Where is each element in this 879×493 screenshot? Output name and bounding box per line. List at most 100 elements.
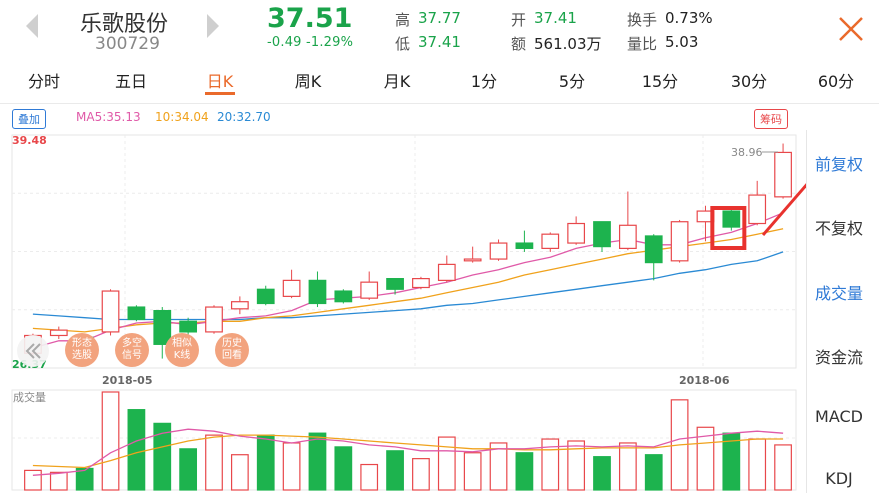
vol-ma10-line — [32, 434, 784, 469]
volume-bar-up — [618, 442, 637, 491]
tab-60min[interactable]: 60分 — [806, 68, 866, 92]
candle-down — [593, 221, 611, 248]
tab-daily-k[interactable]: 日K — [190, 68, 250, 92]
volume-ratio-value: 5.03 — [665, 33, 699, 51]
candle-down — [179, 320, 198, 333]
side-capital-flow[interactable]: 资金流 — [806, 344, 872, 368]
current-price: 37.51 — [267, 3, 353, 34]
history-review-button[interactable]: 历史 回看 — [215, 333, 249, 367]
high-value: 37.77 — [418, 9, 461, 27]
side-unadjusted[interactable]: 不复权 — [806, 215, 872, 239]
open-value: 37.41 — [534, 9, 577, 27]
side-kdj[interactable]: KDJ — [806, 469, 872, 488]
pattern-screen-button[interactable]: 形态 选股 — [65, 333, 99, 367]
x-label-may: 2018-05 — [102, 374, 153, 387]
pill-line: K线 — [173, 350, 191, 361]
candle-down — [515, 242, 534, 249]
low-label: 低 — [395, 35, 411, 53]
stock-code: 300729 — [95, 34, 160, 54]
active-tab-indicator — [205, 92, 235, 95]
candle-up — [774, 151, 792, 198]
volume-bar-down — [256, 434, 275, 491]
volume-bar-up — [463, 452, 482, 491]
turnover-value: 0.73% — [665, 9, 713, 27]
volume-bar-up — [748, 438, 767, 491]
volume-ratio-label: 量比 — [627, 35, 658, 53]
candle-up — [437, 263, 456, 281]
candle-down — [334, 290, 353, 303]
pill-line: 信号 — [122, 350, 142, 361]
next-stock-arrow-icon[interactable] — [207, 14, 219, 38]
candle-up — [541, 233, 560, 249]
candle-down — [127, 306, 146, 321]
pill-line: 历史 — [222, 338, 242, 349]
scroll-left-icon[interactable] — [16, 334, 50, 368]
y-max-label: 39.48 — [12, 134, 47, 147]
candle-up — [463, 258, 482, 262]
volume-bar-down — [334, 446, 353, 491]
candle-up — [205, 306, 223, 333]
volume-bar-down — [308, 432, 327, 491]
candle-up — [360, 281, 379, 299]
volume-bar-up — [282, 442, 301, 491]
tab-monthly-k[interactable]: 月K — [367, 68, 427, 92]
tab-intraday[interactable]: 分时 — [14, 68, 74, 92]
candle-up — [282, 279, 301, 297]
candle-down — [256, 288, 275, 305]
volume-bar-up — [101, 391, 120, 491]
peak-price-label: 38.96 — [731, 146, 763, 159]
amount-value: 561.03万 — [534, 35, 602, 53]
volume-bar-down — [179, 448, 198, 491]
volume-bar-up — [230, 454, 249, 491]
tab-5min[interactable]: 5分 — [542, 68, 602, 92]
ma5-label: MA5:35.13 — [76, 110, 141, 124]
amount-label: 额 — [511, 35, 527, 53]
low-value: 37.41 — [418, 33, 461, 51]
volume-bar-down — [127, 409, 146, 491]
similar-k-button[interactable]: 相似 K线 — [165, 333, 199, 367]
volume-bar-down — [593, 456, 611, 491]
tabs-divider — [0, 103, 879, 104]
tab-weekly-k[interactable]: 周K — [278, 68, 338, 92]
volume-bar-down — [644, 454, 663, 491]
close-icon[interactable] — [836, 14, 866, 44]
side-volume[interactable]: 成交量 — [806, 280, 872, 304]
chips-button[interactable]: 筹码 — [754, 109, 788, 129]
tab-30min[interactable]: 30分 — [719, 68, 779, 92]
overlay-button[interactable]: 叠加 — [12, 109, 46, 129]
candle-up — [670, 221, 689, 262]
prev-stock-arrow-icon[interactable] — [26, 14, 38, 38]
x-label-june: 2018-06 — [679, 374, 730, 387]
candle-up — [230, 301, 249, 310]
candle-down — [644, 235, 663, 264]
volume-bar-up — [412, 458, 430, 491]
tab-15min[interactable]: 15分 — [630, 68, 690, 92]
price-change: -0.49 -1.29% — [267, 35, 354, 50]
candle-down — [308, 279, 327, 305]
candle-up — [412, 278, 430, 289]
pill-line: 多空 — [122, 338, 142, 349]
ma5-line — [32, 212, 784, 349]
tab-five-day[interactable]: 五日 — [101, 68, 161, 92]
side-forward-adjusted[interactable]: 前复权 — [806, 151, 872, 175]
candle-up — [49, 329, 68, 337]
volume-bar-up — [437, 436, 456, 491]
vol-ma5-line — [32, 428, 784, 476]
long-short-signal-button[interactable]: 多空 信号 — [115, 333, 149, 367]
candle-up — [748, 194, 767, 225]
volume-bar-up — [360, 463, 379, 491]
open-label: 开 — [511, 11, 527, 29]
candlestick-chart[interactable] — [0, 128, 806, 493]
pill-line: 相似 — [172, 338, 192, 349]
pill-line: 回看 — [222, 350, 242, 361]
volume-bar-down — [386, 450, 404, 491]
tab-1min[interactable]: 1分 — [454, 68, 514, 92]
volume-bar-down — [515, 452, 534, 491]
volume-bar-up — [49, 471, 68, 491]
pill-line: 选股 — [72, 350, 92, 361]
side-macd[interactable]: MACD — [806, 407, 872, 426]
volume-bar-up — [774, 444, 792, 491]
candle-up — [101, 290, 120, 333]
high-label: 高 — [395, 11, 411, 29]
candle-up — [489, 242, 508, 260]
